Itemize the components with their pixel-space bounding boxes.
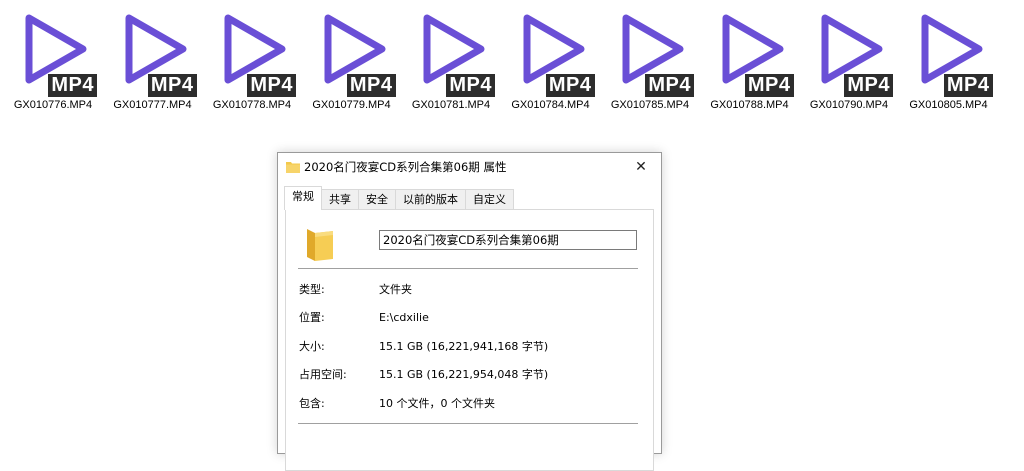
file-name: GX010777.MP4 <box>113 99 192 111</box>
dialog-title: 2020名门夜宴CD系列合集第06期 属性 <box>304 160 507 174</box>
file-item[interactable]: MP4 GX010776.MP4 <box>5 12 101 116</box>
tab-general[interactable]: 常规 <box>284 186 322 210</box>
mp4-badge: MP4 <box>844 74 893 97</box>
tab-security[interactable]: 安全 <box>358 189 396 210</box>
mp4-badge: MP4 <box>645 74 694 97</box>
folder-icon <box>307 229 333 261</box>
file-name: GX010784.MP4 <box>511 99 590 111</box>
file-item[interactable]: MP4 GX010805.MP4 <box>901 12 997 116</box>
file-list: MP4 GX010776.MP4 MP4 GX010777.MP4 MP4 GX… <box>0 0 1024 120</box>
property-value: 10 个文件，0 个文件夹 <box>379 397 495 410</box>
mp4-badge: MP4 <box>346 74 396 97</box>
mp4-badge: MP4 <box>545 74 595 97</box>
divider <box>298 423 638 424</box>
file-name: GX010788.MP4 <box>710 99 789 111</box>
property-label: 包含: <box>299 397 325 410</box>
file-name: GX010805.MP4 <box>909 99 988 111</box>
mp4-badge: MP4 <box>446 74 495 97</box>
file-name: GX010790.MP4 <box>809 99 889 111</box>
file-item[interactable]: MP4 GX010781.MP4 <box>403 12 499 116</box>
file-item[interactable]: MP4 GX010778.MP4 <box>204 12 300 116</box>
file-name: GX010781.MP4 <box>411 99 491 111</box>
file-name: GX010779.MP4 <box>312 99 391 111</box>
divider <box>298 268 638 269</box>
file-item[interactable]: MP4 GX010777.MP4 <box>105 12 201 116</box>
file-item[interactable]: MP4 GX010785.MP4 <box>602 12 698 116</box>
mp4-badge: MP4 <box>943 74 993 97</box>
property-label: 位置: <box>299 311 325 324</box>
tab-previous-versions[interactable]: 以前的版本 <box>395 189 466 210</box>
property-label: 占用空间: <box>299 368 347 381</box>
properties-dialog: 2020名门夜宴CD系列合集第06期 属性 ✕ 常规 共享 安全 以前的版本 自… <box>277 152 662 471</box>
file-name: GX010785.MP4 <box>610 99 690 111</box>
file-item[interactable]: MP4 GX010784.MP4 <box>503 12 599 116</box>
mp4-badge: MP4 <box>744 74 794 97</box>
property-value: E:\cdxilie <box>379 311 429 324</box>
property-value: 文件夹 <box>379 283 412 296</box>
file-item[interactable]: MP4 GX010788.MP4 <box>702 12 798 116</box>
property-value: 15.1 GB (16,221,941,168 字节) <box>379 340 549 353</box>
property-value: 15.1 GB (16,221,954,048 字节) <box>379 368 549 381</box>
close-button[interactable]: ✕ <box>621 153 661 181</box>
mp4-badge: MP4 <box>147 74 197 97</box>
tab-customize[interactable]: 自定义 <box>465 189 514 210</box>
mp4-badge: MP4 <box>48 74 97 97</box>
property-label: 类型: <box>299 283 325 296</box>
tab-sharing[interactable]: 共享 <box>321 189 359 210</box>
folder-name-input[interactable] <box>379 230 637 250</box>
file-item[interactable]: MP4 GX010779.MP4 <box>304 12 400 116</box>
property-label: 大小: <box>299 340 325 353</box>
mp4-badge: MP4 <box>247 74 296 97</box>
file-name: GX010778.MP4 <box>212 99 292 111</box>
title-bar[interactable]: 2020名门夜宴CD系列合集第06期 属性 ✕ <box>278 153 661 181</box>
file-name: GX010776.MP4 <box>13 99 93 111</box>
folder-icon <box>286 162 300 173</box>
file-item[interactable]: MP4 GX010790.MP4 <box>801 12 897 116</box>
tab-bar: 常规 共享 安全 以前的版本 自定义 <box>284 186 654 210</box>
general-panel: 类型: 文件夹 位置: E:\cdxilie 大小: 15.1 GB (16,2… <box>285 209 654 471</box>
